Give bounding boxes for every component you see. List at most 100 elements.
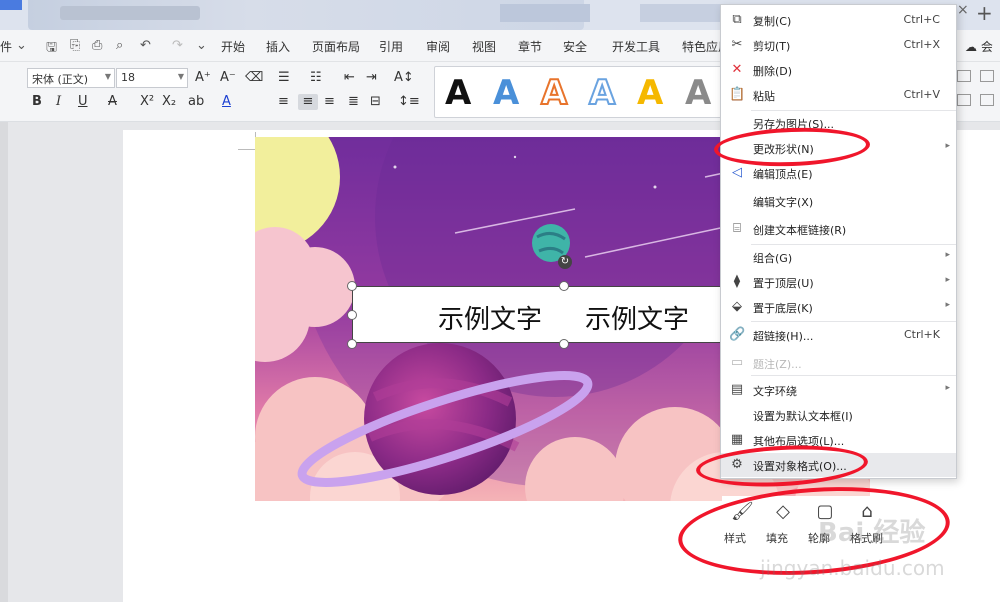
menu-view[interactable]: 视图 — [472, 38, 496, 55]
line-spacing-icon[interactable]: ↕≡ — [398, 94, 420, 110]
font-family-select[interactable]: 宋体 (正文) ▼ — [27, 68, 115, 88]
left-rail — [0, 122, 8, 602]
menu-item-edit-text[interactable]: 编辑文字(X) — [721, 189, 956, 213]
italic-icon[interactable]: I — [56, 94, 61, 110]
export-icon[interactable]: ⎘ — [70, 38, 80, 53]
copy-icon: ⧉ — [732, 12, 742, 27]
menu-references[interactable]: 引用 — [379, 38, 403, 55]
font-size-select[interactable]: 18 ▼ — [116, 68, 188, 88]
menu-item-cut[interactable]: ✂ 剪切(T) Ctrl+X — [721, 33, 956, 57]
menu-separator — [751, 321, 956, 322]
menu-item-create-textbox-link[interactable]: ⌸ 创建文本框链接(R) — [721, 217, 956, 241]
chevron-down-icon[interactable]: ⌄ — [16, 38, 27, 53]
chevron-down-icon: ▼ — [177, 72, 184, 81]
shrink-font-icon[interactable]: A⁻ — [220, 70, 236, 86]
text-wrap-icon: ▤ — [730, 382, 744, 397]
menu-item-paste[interactable]: 📋 粘贴 Ctrl+V — [721, 83, 956, 107]
menu-item-text-wrap[interactable]: ▤ 文字环绕 ▸ — [721, 378, 956, 402]
art-style-blue-outline[interactable]: A — [588, 72, 616, 114]
submenu-arrow-icon: ▸ — [945, 275, 950, 285]
ribbon-icon[interactable] — [957, 94, 971, 106]
textbox-text-1[interactable]: 示例文字 — [438, 299, 542, 336]
print-preview-icon[interactable]: ⌕ — [116, 38, 123, 53]
bullet-list-icon[interactable]: ☰ — [278, 70, 290, 86]
resize-handle[interactable] — [347, 339, 357, 349]
increase-indent-icon[interactable]: ⇥ — [366, 70, 377, 86]
menu-item-hyperlink[interactable]: 🔗 超链接(H)... Ctrl+K — [721, 323, 956, 347]
ribbon-icon[interactable] — [980, 70, 994, 82]
menu-security[interactable]: 安全 — [563, 38, 587, 55]
resize-handle[interactable] — [347, 281, 357, 291]
menu-review[interactable]: 审阅 — [426, 38, 450, 55]
menu-section[interactable]: 章节 — [518, 38, 542, 55]
submenu-arrow-icon: ▸ — [945, 141, 950, 151]
art-style-orange-outline[interactable]: A — [540, 72, 568, 114]
app-logo — [0, 0, 22, 10]
align-left-icon[interactable]: ≡ — [278, 94, 289, 110]
submenu-arrow-icon: ▸ — [945, 300, 950, 310]
grow-font-icon[interactable]: A⁺ — [195, 70, 211, 86]
subscript-icon[interactable]: X₂ — [162, 94, 176, 110]
close-tab-icon[interactable]: × — [957, 2, 971, 22]
clear-format-icon[interactable]: ⌫ — [245, 70, 263, 86]
font-color-icon[interactable]: A — [222, 94, 231, 110]
textbox-text-2[interactable]: 示例文字 — [585, 299, 689, 336]
art-style-blue[interactable]: A — [493, 73, 519, 113]
menu-file[interactable]: 件 — [0, 38, 12, 55]
superscript-icon[interactable]: X² — [140, 94, 154, 110]
distribute-icon[interactable]: ⊟ — [370, 94, 381, 110]
art-style-gray[interactable]: A — [685, 73, 711, 113]
menu-item-delete[interactable]: ✕ 删除(D) — [721, 58, 956, 82]
art-style-black[interactable]: A — [445, 73, 471, 113]
align-center-icon[interactable]: ≡ — [298, 94, 318, 110]
menu-developer[interactable]: 开发工具 — [612, 38, 660, 55]
menu-item-bring-to-front[interactable]: ⧫ 置于顶层(U) ▸ — [721, 270, 956, 294]
rotate-handle-icon[interactable]: ↻ — [558, 255, 572, 269]
context-menu: ⧉ 复制(C) Ctrl+C ✂ 剪切(T) Ctrl+X ✕ 删除(D) 📋 … — [720, 4, 957, 479]
page-corner-mark — [238, 132, 256, 150]
ribbon-icon[interactable] — [957, 70, 971, 82]
resize-handle[interactable] — [347, 310, 357, 320]
menu-item-caption: ▭ 题注(Z)... — [730, 355, 802, 371]
decrease-indent-icon[interactable]: ⇤ — [344, 70, 355, 86]
chevron-down-icon: ▼ — [104, 72, 111, 81]
resize-handle[interactable] — [559, 339, 569, 349]
strikethrough-icon[interactable]: A — [108, 94, 117, 110]
print-icon[interactable]: ⎙ — [92, 38, 102, 53]
bring-front-icon: ⧫ — [733, 274, 741, 289]
blurred-region — [500, 4, 590, 22]
cloud-sync[interactable]: ☁ 会 — [965, 38, 993, 55]
menu-home[interactable]: 开始 — [221, 38, 245, 55]
selected-textbox[interactable]: 示例文字 示例文字 — [352, 286, 730, 343]
ribbon-icon[interactable] — [980, 94, 994, 106]
menu-item-send-to-back[interactable]: ⬙ 置于底层(K) ▸ — [721, 295, 956, 319]
menu-page-layout[interactable]: 页面布局 — [312, 38, 360, 55]
menu-insert[interactable]: 插入 — [266, 38, 290, 55]
underline-icon[interactable]: U — [78, 94, 88, 110]
bold-icon[interactable]: B — [32, 94, 42, 110]
numbered-list-icon[interactable]: ☷ — [310, 70, 322, 86]
art-style-yellow[interactable]: A — [637, 73, 663, 113]
menu-item-group[interactable]: 组合(G) ▸ — [721, 245, 956, 269]
redo-icon[interactable]: ↷ — [172, 38, 183, 53]
align-right-icon[interactable]: ≡ — [324, 94, 335, 110]
hyperlink-icon: 🔗 — [729, 327, 746, 342]
scissors-icon: ✂ — [731, 37, 743, 52]
undo-icon[interactable]: ↶ — [140, 38, 151, 53]
text-direction-icon[interactable]: A↕ — [394, 70, 414, 86]
caption-icon: ▭ — [730, 355, 744, 370]
watermark-url: jingyan.baidu.com — [760, 556, 945, 580]
menu-item-copy[interactable]: ⧉ 复制(C) Ctrl+C — [721, 8, 956, 32]
resize-handle[interactable] — [559, 281, 569, 291]
customize-icon[interactable]: ⌄ — [196, 38, 207, 53]
menu-item-set-default-textbox[interactable]: 设置为默认文本框(I) — [721, 403, 956, 427]
submenu-arrow-icon: ▸ — [945, 383, 950, 393]
watermark-logo: Bai 经验 — [818, 518, 926, 548]
new-tab-button[interactable]: + — [976, 2, 996, 24]
delete-icon: ✕ — [731, 62, 743, 77]
send-back-icon: ⬙ — [732, 299, 742, 314]
blurred-title — [60, 6, 200, 20]
justify-icon[interactable]: ≣ — [348, 94, 359, 110]
save-icon[interactable]: 🖫 — [46, 38, 57, 60]
phonetic-icon[interactable]: ab — [188, 94, 204, 110]
